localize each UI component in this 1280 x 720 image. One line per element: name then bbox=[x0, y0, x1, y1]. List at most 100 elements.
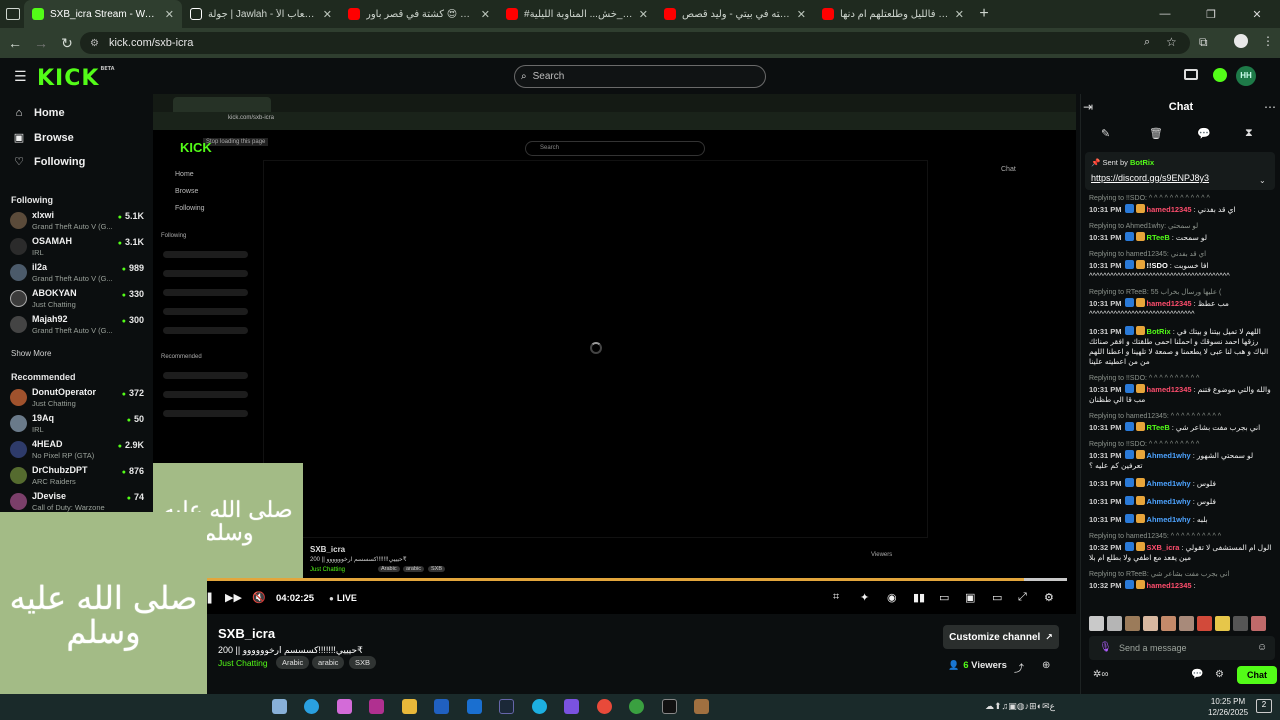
tab-close-icon[interactable]: ✕ bbox=[165, 8, 174, 21]
nav-following[interactable]: ♡ Following bbox=[12, 155, 85, 169]
send-chat-button[interactable]: Chat bbox=[1237, 666, 1277, 684]
stream-tag[interactable]: SXB bbox=[349, 656, 377, 669]
hourglass-icon[interactable]: ⧗ bbox=[1245, 127, 1253, 140]
chevron-down-icon[interactable]: ⌄ bbox=[1259, 176, 1266, 185]
tab-actions-icon[interactable] bbox=[0, 8, 24, 20]
url-input[interactable]: ⚙ kick.com/sxb-icra bbox=[80, 32, 1190, 54]
user-avatar[interactable]: HH bbox=[1236, 66, 1256, 86]
chat-message[interactable]: 10:31 PM Ahmed1why: فلوس bbox=[1089, 496, 1275, 507]
tab-close-icon[interactable]: ✕ bbox=[639, 8, 648, 21]
hamburger-menu-icon[interactable]: ☰ bbox=[14, 68, 27, 85]
nav-home[interactable]: ⌂ Home bbox=[12, 107, 65, 119]
minimize-button[interactable]: — bbox=[1142, 0, 1188, 28]
recommended-channel[interactable]: JDeviseCall of Duty: Warzone74 bbox=[10, 490, 146, 514]
pinned-message[interactable]: 📌 Sent by BotRix https://discord.gg/s9EN… bbox=[1085, 152, 1275, 190]
chat-settings-icon[interactable]: ⚙ bbox=[1215, 669, 1224, 680]
tab-youtube-4[interactable]: راحو البر فالليل وطلعتلهم ام دنها ✕ bbox=[814, 0, 972, 28]
message-username[interactable]: hamed12345 bbox=[1147, 205, 1192, 214]
emote[interactable] bbox=[1179, 616, 1194, 631]
tab-kick-stream[interactable]: SXB_icra Stream - Watch Live o ✕ bbox=[24, 0, 182, 28]
message-username[interactable]: hamed12345 bbox=[1147, 385, 1192, 394]
customize-channel-button[interactable]: Customize channel ↗ bbox=[943, 625, 1059, 649]
new-tab-button[interactable]: + bbox=[972, 5, 996, 23]
store-icon[interactable] bbox=[434, 699, 449, 714]
trash-icon[interactable]: 🗑 bbox=[1149, 127, 1163, 140]
tab-youtube-3[interactable]: لقيته في بيتي - وليد قصص - oe ✕ bbox=[656, 0, 814, 28]
profile-avatar[interactable] bbox=[1234, 34, 1248, 48]
obs-icon[interactable]: ◉ bbox=[887, 591, 897, 604]
message-username[interactable]: Ahmed1why bbox=[1147, 479, 1191, 488]
kick-logo[interactable]: KICKBETA bbox=[37, 66, 115, 91]
tab-close-icon[interactable]: ✕ bbox=[481, 8, 490, 21]
search-input[interactable]: ⌕ Search bbox=[514, 65, 766, 88]
emote[interactable] bbox=[1251, 616, 1266, 631]
tab-youtube-1[interactable]: كشتة في قصر باور 😍 🔥 Tube ✕ bbox=[340, 0, 498, 28]
tab-close-icon[interactable]: ✕ bbox=[323, 8, 332, 21]
camera-icon[interactable]: ▣ bbox=[965, 591, 975, 604]
recommended-channel[interactable]: 19AqIRL50 bbox=[10, 412, 146, 436]
message-username[interactable]: Ahmed1why bbox=[1147, 497, 1191, 506]
chat-message[interactable]: Replying to !!SDO: ^ ^ ^ ^ ^ ^ ^ ^ ^ ^ 10… bbox=[1089, 374, 1275, 405]
emote[interactable] bbox=[1197, 616, 1212, 631]
stream-category[interactable]: Just Chatting bbox=[218, 658, 268, 668]
kick-account-icon[interactable] bbox=[1213, 68, 1227, 82]
back-button[interactable]: ← bbox=[2, 35, 28, 51]
rewards-icon[interactable] bbox=[1184, 69, 1198, 80]
app-icon[interactable] bbox=[662, 699, 677, 714]
recommended-channel[interactable]: DrChubzDPTARC Raiders876 bbox=[10, 464, 146, 488]
emote[interactable] bbox=[1143, 616, 1158, 631]
chrome-icon[interactable] bbox=[597, 699, 612, 714]
emote[interactable] bbox=[1089, 616, 1104, 631]
sparkle-icon[interactable]: ✦ bbox=[860, 591, 869, 604]
system-tray-icons[interactable]: ☁⬆♫▣◍♪⊞◐✉ع bbox=[985, 701, 1055, 712]
emote[interactable] bbox=[1215, 616, 1230, 631]
chat-message[interactable]: Replying to hamed12345: اي قد بفدني 10:31… bbox=[1089, 250, 1275, 281]
zoom-icon[interactable]: ⌕ bbox=[1144, 36, 1150, 49]
emote[interactable] bbox=[1233, 616, 1248, 631]
stream-tag[interactable]: Arabic bbox=[276, 656, 310, 669]
fullscreen-icon[interactable]: ⤢ bbox=[1018, 591, 1027, 604]
message-username[interactable]: RTeeB bbox=[1147, 423, 1170, 432]
message-username[interactable]: BotRix bbox=[1147, 327, 1171, 336]
extensions-icon[interactable]: ⧉ bbox=[1199, 35, 1208, 50]
emote[interactable] bbox=[1161, 616, 1176, 631]
notifications-badge[interactable]: 2 bbox=[1256, 699, 1272, 713]
message-username[interactable]: Ahmed1why bbox=[1147, 451, 1191, 460]
streamer-name[interactable]: SXB_icra bbox=[218, 626, 275, 641]
chat-message[interactable]: Replying to !!SDO: ^ ^ ^ ^ ^ ^ ^ ^ ^ ^ ^… bbox=[1089, 194, 1275, 215]
emote[interactable] bbox=[1107, 616, 1122, 631]
nav-browse[interactable]: ▣ Browse bbox=[12, 131, 74, 145]
message-username[interactable]: hamed12345 bbox=[1147, 299, 1192, 308]
reload-button[interactable]: ↻ bbox=[54, 35, 80, 52]
chat-message[interactable]: Replying to hamed12345: ^ ^ ^ ^ ^ ^ ^ ^ … bbox=[1089, 412, 1275, 433]
tab-close-icon[interactable]: ✕ bbox=[955, 8, 964, 21]
tab-close-icon[interactable]: ✕ bbox=[797, 8, 806, 21]
emoji-icon[interactable]: ☺ bbox=[1257, 642, 1267, 653]
pinned-link[interactable]: https://discord.gg/s9ENPJ8y3 bbox=[1091, 173, 1209, 183]
following-channel[interactable]: ABOKYANJust Chatting330 bbox=[10, 287, 146, 311]
steam-icon[interactable] bbox=[499, 699, 514, 714]
recommended-channel[interactable]: DonutOperatorJust Chatting372 bbox=[10, 386, 146, 410]
share-icon[interactable]: ⤴ bbox=[1014, 660, 1024, 675]
chat-message[interactable]: Replying to RTeeB: اني بجرب مفت بشاعر شي… bbox=[1089, 570, 1275, 591]
browser-menu-icon[interactable]: ⋮ bbox=[1262, 34, 1274, 48]
taskbar-clock[interactable]: 10:25 PM 12/26/2025 bbox=[1208, 696, 1248, 718]
restore-button[interactable]: ❐ bbox=[1188, 0, 1234, 28]
bookmark-star-icon[interactable]: ☆ bbox=[1166, 35, 1177, 49]
app-icon[interactable] bbox=[369, 699, 384, 714]
mute-icon[interactable]: 🔇 bbox=[252, 591, 266, 604]
message-username[interactable]: !!SDO bbox=[1147, 261, 1168, 270]
following-channel[interactable]: xlxwiGrand Theft Auto V (G...5.1K bbox=[10, 209, 146, 233]
chat-message[interactable]: Replying to RTeeB: 55 عليها ورسال بخراب … bbox=[1089, 288, 1275, 319]
theater-mode-icon[interactable]: ▭ bbox=[992, 591, 1002, 604]
chat-message[interactable]: Replying to hamed12345: ^ ^ ^ ^ ^ ^ ^ ^ … bbox=[1089, 532, 1275, 563]
fast-forward-icon[interactable]: ▶▶ bbox=[225, 591, 242, 604]
message-username[interactable]: Ahmed1why bbox=[1147, 515, 1191, 524]
following-channel[interactable]: il2aGrand Theft Auto V (G...989 bbox=[10, 261, 146, 285]
picture-in-picture-icon[interactable]: ▭ bbox=[939, 591, 949, 604]
edge-icon[interactable] bbox=[532, 699, 547, 714]
chat-users-icon[interactable]: 💬 bbox=[1191, 669, 1203, 680]
emote[interactable] bbox=[1125, 616, 1140, 631]
tab-jawlah[interactable]: جولة | Jawlah - منصة الألعاب الأ ✕ bbox=[182, 0, 340, 28]
video-progress-bar[interactable] bbox=[207, 578, 1067, 581]
